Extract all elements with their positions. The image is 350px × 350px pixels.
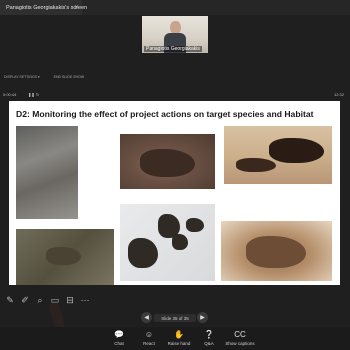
participant-video[interactable]: Panagiotis Georgiakakis [142,16,208,53]
guano-pile [128,238,158,268]
elapsed-timer: 0:00:44 [3,92,17,97]
guano-rock-photo [120,134,215,189]
display-settings-button[interactable]: DISPLAY SETTINGS ▾ [4,75,40,79]
guano-pile [140,149,195,177]
guano-pile [186,218,204,232]
zoom-icon[interactable]: ⌕ [35,295,45,305]
presenter-controls: DISPLAY SETTINGS ▾ END SLIDE SHOW [0,73,350,81]
end-slide-show-button[interactable]: END SLIDE SHOW [54,75,84,79]
more-options-icon[interactable]: ⋯ [80,295,90,305]
next-slide-button[interactable]: ▶ [197,312,208,323]
captions-icon: CC [234,330,246,339]
slide-title: D2: Monitoring the effect of project act… [16,109,314,119]
subtitles-icon[interactable]: ⊟ [65,295,75,305]
previous-slide-button[interactable]: ◀ [141,312,152,323]
screen-share-tab[interactable]: Panagiotis Georgiakakis's screen ✕ [0,0,87,15]
guano-floor-photo [224,126,332,184]
guano-pile [246,236,306,268]
close-icon[interactable]: ✕ [74,4,79,11]
meeting-toolbar: 💬 Chat ☺ React ✋ Raise hand ❔ Q&A CC Sho… [0,327,350,350]
slide-tools: ✎ ✐ ⌕ ▭ ⊟ ⋯ [0,292,350,308]
guano-pile [172,234,188,250]
show-captions-label: Show captions [225,341,255,346]
clock: 12:32 [333,92,344,97]
presenter-status-bar: 0:00:44 ❚❚ ↻ 12:32 [0,90,350,99]
guano-pile [269,138,324,163]
title-bar: Panagiotis Georgiakakis's screen ✕ [0,0,350,15]
guano-powder-photo [221,221,332,281]
bat-cave-photo [16,126,78,333]
slide-navigation: ◀ Slide 35 of 35 ▶ [0,312,350,326]
participant-name: Panagiotis Georgiakakis [144,46,202,52]
cave-ground-photo [16,229,114,285]
guano-pile [46,247,81,265]
slide-counter: Slide 35 of 35 [154,314,196,322]
screen-icon[interactable]: ▭ [50,295,60,305]
timer-controls[interactable]: ❚❚ ↻ [28,92,39,97]
laser-pointer-icon[interactable]: ✐ [20,295,30,305]
guano-pile [236,158,276,172]
show-captions-button[interactable]: CC Show captions [222,330,258,346]
pen-icon[interactable]: ✎ [5,295,15,305]
guano-sample-photo [120,204,215,281]
